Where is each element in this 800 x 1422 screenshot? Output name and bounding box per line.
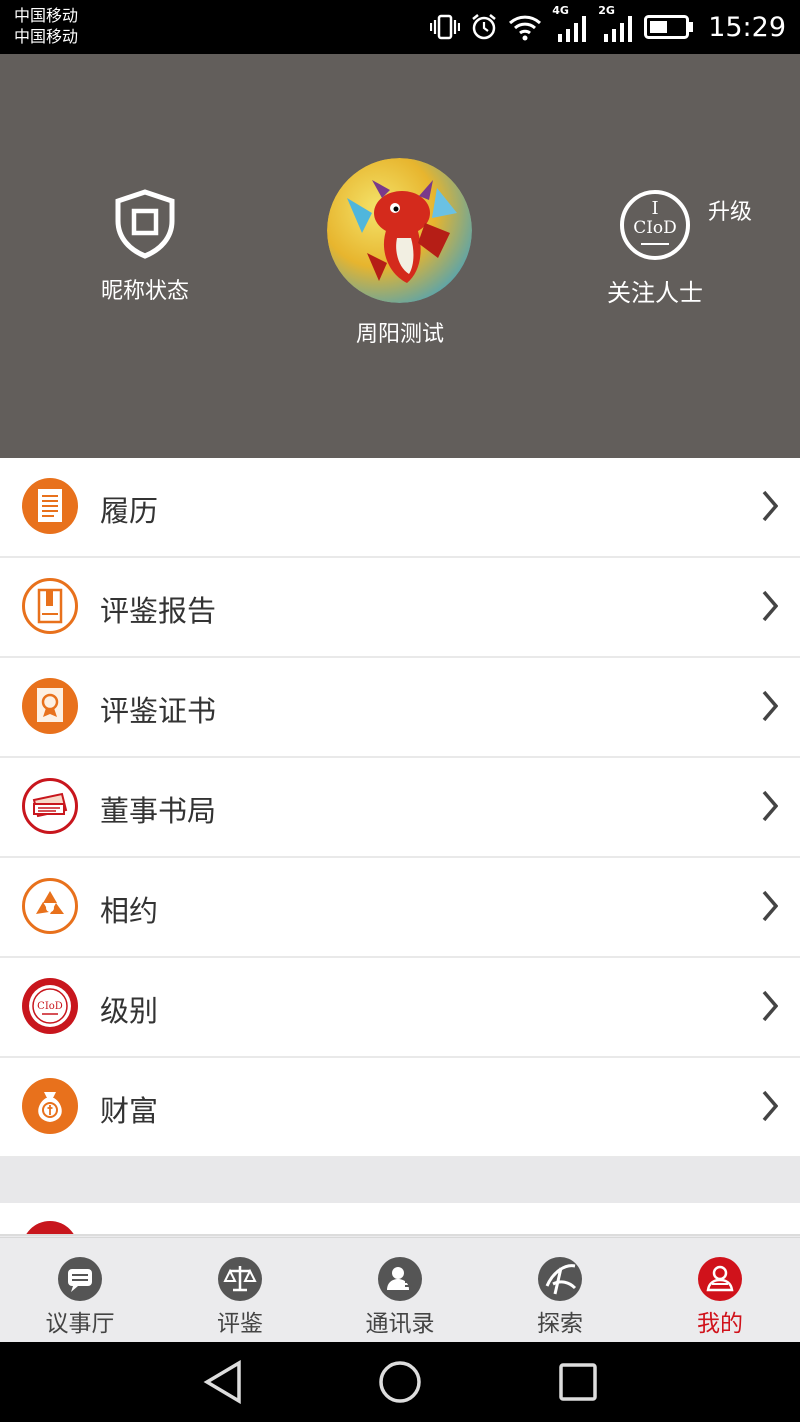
- carrier-2: 中国移动: [14, 27, 79, 46]
- tab-label: 我的: [697, 1311, 743, 1337]
- status-bar: 中国移动 中国移动 4G 2G 15:29: [0, 0, 800, 54]
- contacts-icon: [378, 1257, 422, 1301]
- menu-item-level[interactable]: CIoD 级别: [0, 958, 800, 1058]
- battery-icon: [644, 15, 694, 39]
- profile-header: 昵称状态 周阳测试 I CIoD 关注人士 升级: [0, 54, 800, 458]
- money-bag-icon: [22, 1078, 78, 1134]
- avatar[interactable]: [327, 158, 472, 303]
- signal-2g-icon: 2G: [598, 4, 634, 46]
- menu-list: 履历 评鉴报告 评鉴证书 董事书局 相约 CIoD 级别 财富: [0, 458, 800, 1158]
- nickname-status-label: 昵称状态: [100, 279, 189, 304]
- system-nav-bar: [0, 1342, 800, 1422]
- tab-label: 评鉴: [217, 1311, 263, 1337]
- chevron-right-icon: [762, 490, 778, 522]
- menu-label: 相约: [100, 894, 159, 928]
- chevron-right-icon: [762, 690, 778, 722]
- scale-icon: [218, 1257, 262, 1301]
- certificate-icon: [22, 678, 78, 734]
- chevron-right-icon: [762, 590, 778, 622]
- menu-item-certificate[interactable]: 评鉴证书: [0, 658, 800, 758]
- tab-appraisal[interactable]: 评鉴: [160, 1238, 320, 1342]
- tab-mine[interactable]: 我的: [640, 1238, 800, 1342]
- menu-item-bookstore[interactable]: 董事书局: [0, 758, 800, 858]
- alarm-icon: [470, 13, 498, 41]
- partial-icon: [22, 1221, 78, 1234]
- menu-item-resume[interactable]: 履历: [0, 458, 800, 558]
- carrier-1: 中国移动: [14, 6, 79, 25]
- bookstore-icon: [22, 778, 78, 834]
- profile-icon: [698, 1257, 742, 1301]
- menu-label: 履历: [100, 494, 159, 528]
- menu-label: 评鉴报告: [100, 594, 217, 628]
- resume-icon: [22, 478, 78, 534]
- chevron-right-icon: [762, 990, 778, 1022]
- chevron-right-icon: [762, 890, 778, 922]
- menu-label: 董事书局: [100, 794, 217, 828]
- menu-item-appointment[interactable]: 相约: [0, 858, 800, 958]
- section-divider: [0, 1157, 800, 1203]
- home-icon[interactable]: [378, 1360, 422, 1404]
- back-icon[interactable]: [203, 1360, 243, 1404]
- menu-item-report[interactable]: 评鉴报告: [0, 558, 800, 658]
- appointment-icon: [22, 878, 78, 934]
- tab-contacts[interactable]: 通讯录: [320, 1238, 480, 1342]
- level-icon: CIoD: [22, 978, 78, 1034]
- tab-label: 探索: [537, 1311, 583, 1337]
- menu-label: 评鉴证书: [100, 694, 217, 728]
- tab-label: 通讯录: [365, 1311, 435, 1337]
- svg-text:CIoD: CIoD: [37, 1001, 63, 1012]
- nickname-status-button[interactable]: 昵称状态: [60, 189, 230, 305]
- menu-item-partial[interactable]: [0, 1203, 800, 1236]
- svg-text:CIoD: CIoD: [633, 218, 677, 238]
- chat-bubble-icon: [58, 1257, 102, 1301]
- tab-council[interactable]: 议事厅: [0, 1238, 160, 1342]
- upgrade-button[interactable]: 升级: [708, 194, 752, 226]
- shield-icon: [115, 189, 175, 259]
- svg-text:I: I: [651, 198, 658, 219]
- report-icon: [22, 578, 78, 634]
- menu-item-wealth[interactable]: 财富: [0, 1058, 800, 1158]
- signal-4g-icon: 4G: [552, 4, 588, 46]
- status-icons: 4G 2G 15:29: [430, 4, 786, 46]
- username: 周阳测试: [355, 322, 444, 347]
- follow-label: 关注人士: [607, 279, 703, 307]
- vibrate-icon: [430, 14, 461, 40]
- carrier-labels: 中国移动 中国移动: [14, 5, 78, 47]
- menu-label: 级别: [100, 994, 159, 1028]
- chevron-right-icon: [762, 790, 778, 822]
- chevron-right-icon: [762, 1090, 778, 1122]
- recents-icon[interactable]: [558, 1360, 598, 1404]
- menu-label: 财富: [100, 1094, 159, 1128]
- explore-icon: [538, 1257, 582, 1301]
- wifi-icon: [508, 13, 542, 41]
- ciod-badge-icon: I CIoD: [620, 190, 690, 260]
- tab-label: 议事厅: [45, 1311, 115, 1337]
- clock: 15:29: [708, 11, 786, 43]
- tab-bar: 议事厅 评鉴 通讯录 探索 我的: [0, 1237, 800, 1342]
- tab-explore[interactable]: 探索: [480, 1238, 640, 1342]
